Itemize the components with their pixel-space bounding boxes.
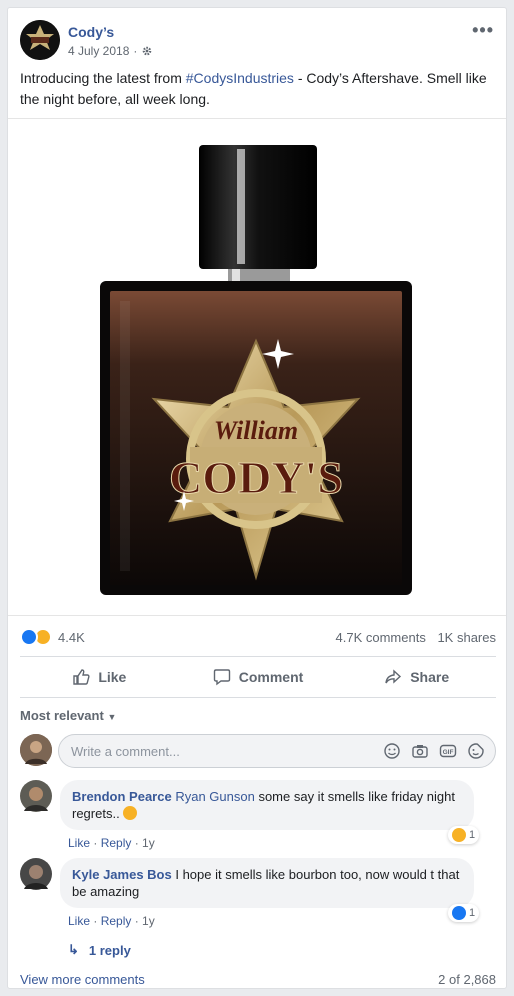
comment-author[interactable]: Kyle James Bos <box>72 867 172 882</box>
comment-reactions[interactable]: 1 <box>448 826 480 844</box>
comments-pagination: 2 of 2,868 <box>438 972 496 987</box>
laughing-emoji-icon <box>123 806 138 820</box>
comment-meta: Like · Reply · 1y <box>68 836 155 850</box>
reactions-summary[interactable]: 4.4K <box>20 628 85 646</box>
post-meta: 4 July 2018 · <box>68 44 153 58</box>
comment-item: Brendon Pearce Ryan Gunson some say it s… <box>20 780 496 850</box>
comment-reply-link[interactable]: Reply <box>101 914 132 928</box>
commenter-avatar[interactable] <box>20 858 52 890</box>
logo-script-text: William <box>214 416 298 445</box>
post-date[interactable]: 4 July 2018 <box>68 44 129 58</box>
thumbs-up-icon <box>73 669 90 685</box>
comment-input[interactable]: Write a comment... GIF <box>58 734 496 768</box>
comment-like-link[interactable]: Like <box>68 836 90 850</box>
emoji-icon[interactable] <box>383 742 401 760</box>
page-name[interactable]: Cody’s <box>68 24 114 40</box>
svg-text:GIF: GIF <box>443 749 454 756</box>
like-reaction-icon <box>20 628 38 646</box>
comments-footer: View more comments 2 of 2,868 <box>20 972 496 987</box>
logo-main-text: CODY'S <box>169 452 343 503</box>
commenter-avatar[interactable] <box>20 780 52 812</box>
sticker-icon[interactable] <box>467 742 485 760</box>
comment-age[interactable]: 1y <box>142 836 155 850</box>
haha-reaction-icon <box>452 828 466 842</box>
comment-bubble: Kyle James Bos I hope it smells like bou… <box>60 858 474 908</box>
comment-mention[interactable]: Ryan Gunson <box>175 789 255 804</box>
comment-like-link[interactable]: Like <box>68 914 90 928</box>
comment-composer: Write a comment... GIF <box>20 734 496 768</box>
more-options-icon[interactable]: ••• <box>472 20 494 41</box>
hashtag-link[interactable]: #CodysIndustries <box>186 70 294 86</box>
current-user-avatar <box>20 734 52 766</box>
shares-count[interactable]: 1K shares <box>437 630 496 645</box>
camera-icon[interactable] <box>411 742 429 760</box>
like-button[interactable]: Like <box>20 657 179 697</box>
gear-icon[interactable] <box>141 45 153 57</box>
view-replies-link[interactable]: ↳ 1 reply <box>68 942 131 958</box>
page-avatar[interactable] <box>20 20 60 60</box>
post-card: Cody’s 4 July 2018 · ••• Introducing the… <box>7 7 507 989</box>
comments-count[interactable]: 4.7K comments <box>336 630 426 645</box>
comment-sort-dropdown[interactable]: Most relevant ▼ <box>20 708 116 723</box>
comment-item: Kyle James Bos I hope it smells like bou… <box>20 858 496 928</box>
post-actions: Like Comment Share <box>20 656 496 698</box>
reply-arrow-icon: ↳ <box>68 942 79 957</box>
comment-button[interactable]: Comment <box>179 657 338 697</box>
like-reaction-icon <box>452 906 466 920</box>
comment-author[interactable]: Brendon Pearce <box>72 789 172 804</box>
post-header: Cody’s 4 July 2018 · ••• <box>20 20 496 62</box>
comment-reactions[interactable]: 1 <box>448 904 480 922</box>
comment-bubble: Brendon Pearce Ryan Gunson some say it s… <box>60 780 474 830</box>
speech-bubble-icon <box>213 669 230 686</box>
reactions-count: 4.4K <box>58 629 85 645</box>
gif-icon[interactable]: GIF <box>439 742 457 760</box>
post-text: Introducing the latest from #CodysIndust… <box>20 70 487 107</box>
share-arrow-icon <box>385 669 402 684</box>
post-image[interactable]: William CODY'S <box>8 118 506 616</box>
caret-down-icon: ▼ <box>107 712 117 722</box>
comment-meta: Like · Reply · 1y <box>68 914 155 928</box>
comment-reply-link[interactable]: Reply <box>101 836 132 850</box>
engagement-summary: 4.4K 4.7K comments 1K shares <box>20 622 496 652</box>
comment-age[interactable]: 1y <box>142 914 155 928</box>
view-more-comments-link[interactable]: View more comments <box>20 972 145 987</box>
share-button[interactable]: Share <box>337 657 496 697</box>
